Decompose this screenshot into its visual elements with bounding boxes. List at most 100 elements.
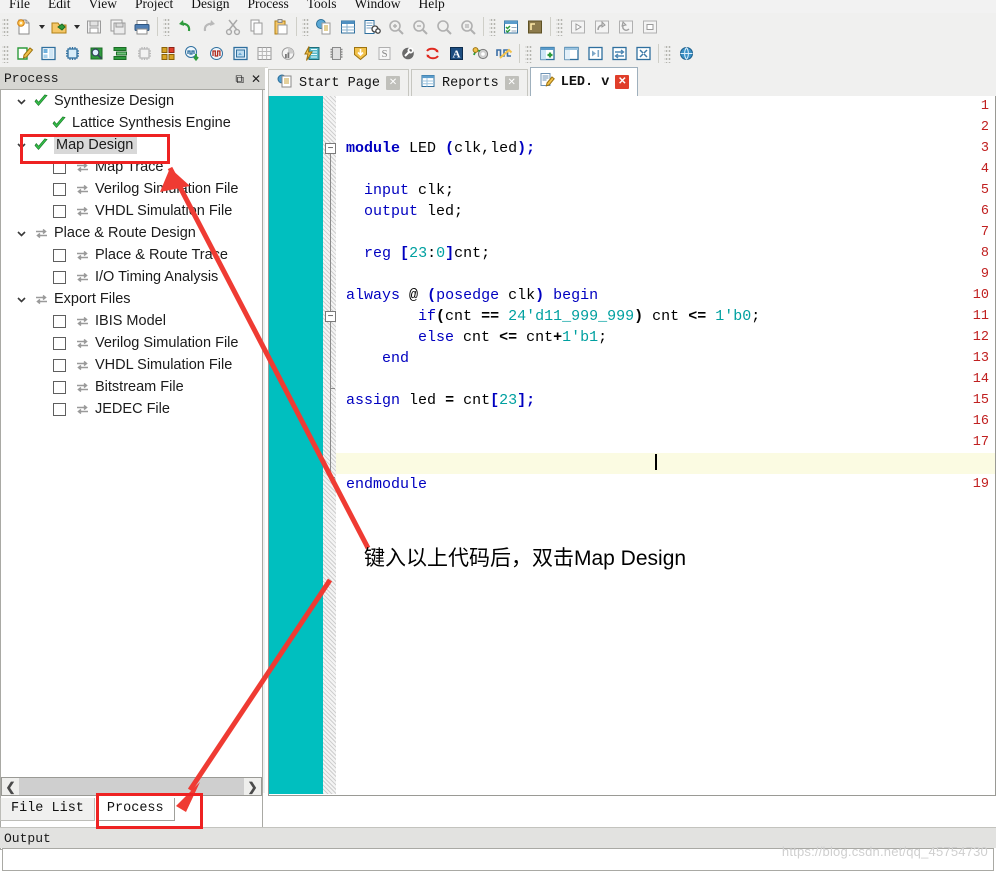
tree-item-lattice-synthesis-engine[interactable]: Lattice Synthesis Engine	[1, 112, 262, 134]
tree-checkbox[interactable]	[53, 270, 66, 284]
tree-item-jedec-file[interactable]: JEDEC File	[1, 398, 262, 420]
restore-icon[interactable]: ⧉	[235, 73, 244, 85]
tab-process[interactable]: Process	[95, 798, 175, 821]
add-panel-icon[interactable]	[536, 43, 558, 65]
tree-checkbox[interactable]	[53, 204, 66, 218]
tree-item-synthesize-design[interactable]: Synthesize Design	[1, 90, 262, 112]
swap-panel-icon[interactable]	[608, 43, 630, 65]
fold-marker-module[interactable]: −	[325, 143, 336, 154]
menu-item-view[interactable]: View	[80, 0, 126, 12]
chevron-down-icon[interactable]	[11, 140, 31, 151]
floorplan-icon[interactable]	[524, 16, 546, 38]
editor-tab-reports[interactable]: Reports ✕	[411, 69, 528, 96]
editor-tab-led-v[interactable]: LED. v ✕	[529, 67, 639, 96]
tree-checkbox[interactable]	[53, 248, 66, 262]
gear-simulate-icon[interactable]	[469, 43, 491, 65]
code-text[interactable]: module LED (clk,led); input clk; output …	[336, 96, 995, 794]
next-panel-icon[interactable]	[584, 43, 606, 65]
signal-icon[interactable]	[205, 43, 227, 65]
grid-icon[interactable]	[253, 43, 275, 65]
tab-file-list[interactable]: File List	[0, 798, 95, 821]
menu-item-design[interactable]: Design	[182, 0, 238, 12]
waveform-icon[interactable]	[493, 43, 515, 65]
editor-tab-start-page[interactable]: Start Page ✕	[268, 69, 410, 96]
zoom-fit-icon[interactable]	[433, 16, 455, 38]
pie-chart-icon[interactable]	[277, 43, 299, 65]
tree-item-ibis-model[interactable]: IBIS Model	[1, 310, 262, 332]
code-editor[interactable]: 1 2 3 4 5 6 7 8 9 10 11 12 13 14 15 16 1…	[268, 96, 996, 796]
menu-item-tools[interactable]: Tools	[298, 0, 346, 12]
tree-item-verilog-simulation-file-export[interactable]: Verilog Simulation File	[1, 332, 262, 354]
hierarchy-icon[interactable]	[109, 43, 131, 65]
chevron-down-icon[interactable]	[11, 228, 31, 239]
menu-item-window[interactable]: Window	[346, 0, 410, 12]
chip-gray-icon[interactable]	[133, 43, 155, 65]
open-project-dropdown[interactable]	[71, 16, 82, 38]
zoom-in-icon[interactable]	[385, 16, 407, 38]
print-icon[interactable]	[131, 16, 153, 38]
toolbar-grip[interactable]	[2, 17, 9, 36]
toolbar-grip[interactable]	[556, 17, 563, 36]
tree-item-verilog-simulation-file-map[interactable]: Verilog Simulation File	[1, 178, 262, 200]
close-icon[interactable]: ✕	[615, 75, 630, 89]
wrench-icon[interactable]	[397, 43, 419, 65]
toolbar-grip[interactable]	[302, 17, 309, 36]
tree-checkbox[interactable]	[53, 402, 66, 416]
menu-item-help[interactable]: Help	[409, 0, 453, 12]
tree-item-map-trace[interactable]: Map Trace	[1, 156, 262, 178]
tree-item-vhdl-simulation-file-map[interactable]: VHDL Simulation File	[1, 200, 262, 222]
menu-item-edit[interactable]: Edit	[39, 0, 80, 12]
package-view-icon[interactable]	[157, 43, 179, 65]
cut-icon[interactable]	[222, 16, 244, 38]
power-icon[interactable]	[301, 43, 323, 65]
tree-checkbox[interactable]	[53, 336, 66, 350]
chevron-right-icon[interactable]: ❯	[244, 778, 261, 795]
process-tree[interactable]: Synthesize Design Lattice Synthesis Engi…	[0, 90, 263, 850]
open-project-icon[interactable]	[48, 16, 70, 38]
tree-item-io-timing-analysis[interactable]: I/O Timing Analysis	[1, 266, 262, 288]
web-icon[interactable]	[675, 43, 697, 65]
fold-marker-always[interactable]: −	[325, 311, 336, 322]
tree-checkbox[interactable]	[53, 160, 66, 174]
menu-item-project[interactable]: Project	[126, 0, 182, 12]
close-icon[interactable]: ✕	[386, 76, 401, 90]
save-icon[interactable]	[83, 16, 105, 38]
text-icon[interactable]: A	[445, 43, 467, 65]
menu-item-process[interactable]: Process	[238, 0, 297, 12]
new-file-icon[interactable]	[13, 16, 35, 38]
find-icon[interactable]	[361, 16, 383, 38]
toolbar-grip[interactable]	[2, 44, 9, 63]
spreadsheet-icon[interactable]	[337, 16, 359, 38]
chip-inspect-icon[interactable]	[85, 43, 107, 65]
signal-down-icon[interactable]	[181, 43, 203, 65]
paste-icon[interactable]	[270, 16, 292, 38]
download-icon[interactable]	[349, 43, 371, 65]
save-all-icon[interactable]	[107, 16, 129, 38]
collapse-panel-icon[interactable]	[632, 43, 654, 65]
toolbar-grip[interactable]	[664, 44, 671, 63]
image-view-icon[interactable]	[229, 43, 251, 65]
chevron-left-icon[interactable]: ❮	[2, 778, 19, 795]
edit-constraints-icon[interactable]	[13, 43, 35, 65]
undo-icon[interactable]	[174, 16, 196, 38]
chevron-down-icon[interactable]	[11, 96, 31, 107]
process-tree-hscrollbar[interactable]: ❮ ❯	[1, 777, 262, 796]
design-planner-icon[interactable]	[37, 43, 59, 65]
run-icon[interactable]	[567, 16, 589, 38]
script-icon[interactable]: S	[373, 43, 395, 65]
tree-checkbox[interactable]	[53, 314, 66, 328]
tree-item-place-and-route-trace[interactable]: Place & Route Trace	[1, 244, 262, 266]
redo-icon[interactable]	[198, 16, 220, 38]
stop-icon[interactable]	[639, 16, 661, 38]
tree-checkbox[interactable]	[53, 380, 66, 394]
toolbar-grip[interactable]	[525, 44, 532, 63]
tree-item-vhdl-simulation-file-export[interactable]: VHDL Simulation File	[1, 354, 262, 376]
report-icon[interactable]	[313, 16, 335, 38]
menu-item-file[interactable]: File	[0, 0, 39, 12]
tree-checkbox[interactable]	[53, 182, 66, 196]
zoom-out-icon[interactable]	[409, 16, 431, 38]
checklist-icon[interactable]	[500, 16, 522, 38]
tree-item-place-and-route-design[interactable]: Place & Route Design	[1, 222, 262, 244]
tree-item-map-design[interactable]: Map Design	[1, 134, 262, 156]
split-panel-icon[interactable]	[560, 43, 582, 65]
